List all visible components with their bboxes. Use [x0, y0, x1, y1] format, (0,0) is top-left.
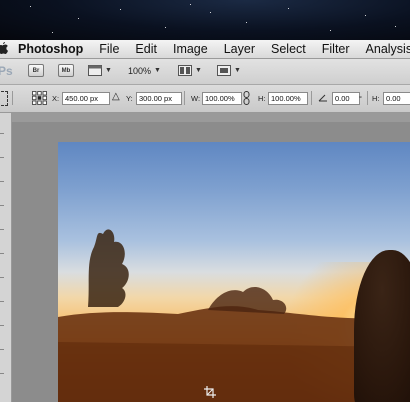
degree-symbol: ° — [359, 94, 362, 103]
rotate-angle-icon — [318, 92, 328, 104]
star — [330, 30, 331, 31]
star — [210, 12, 211, 13]
star — [288, 8, 289, 9]
menu-select[interactable]: Select — [271, 42, 306, 56]
width-scale-field[interactable]: 100.00% — [202, 92, 242, 105]
launch-bridge-button[interactable]: Br — [28, 64, 44, 77]
chevron-down-icon: ▼ — [234, 67, 241, 74]
application-bar: Ps Br Mb ▼ 100% ▼ ▼ ▼ — [0, 59, 410, 85]
star — [165, 27, 166, 28]
view-extras-icon — [88, 65, 102, 76]
delta-icon[interactable]: △ — [112, 91, 120, 102]
zoom-level-value: 100% — [128, 65, 152, 76]
screen-mode-button[interactable]: ▼ — [217, 64, 241, 77]
mini-bridge-icon: Mb — [58, 64, 74, 77]
menu-photoshop[interactable]: Photoshop — [18, 42, 83, 56]
star — [78, 18, 79, 19]
view-extras-button[interactable]: ▼ — [88, 64, 112, 77]
tool-divider — [0, 229, 4, 230]
star — [395, 26, 396, 27]
menu-bar: Photoshop File Edit Image Layer Select F… — [0, 40, 410, 59]
w-label: W: — [191, 94, 201, 103]
tool-divider — [0, 277, 4, 278]
star — [246, 22, 247, 23]
divider — [311, 91, 312, 105]
desktop-background — [0, 0, 410, 40]
tool-divider — [0, 157, 4, 158]
height-scale-field[interactable]: 100.00% — [268, 92, 308, 105]
tool-divider — [0, 181, 4, 182]
arrange-documents-button[interactable]: ▼ — [178, 64, 202, 77]
menu-filter[interactable]: Filter — [322, 42, 350, 56]
menu-image[interactable]: Image — [173, 42, 208, 56]
ps-logo: Ps — [0, 63, 13, 78]
star — [365, 15, 366, 16]
tool-divider — [0, 301, 4, 302]
workspace-header — [12, 113, 410, 122]
rotate-angle-field[interactable]: 0.00 — [332, 92, 360, 105]
tool-divider — [0, 253, 4, 254]
horizontal-skew-field[interactable]: 0.00 — [383, 92, 410, 105]
tool-divider — [0, 133, 4, 134]
tool-divider — [0, 373, 4, 374]
arrange-documents-icon — [178, 65, 192, 76]
star — [190, 4, 191, 5]
screen-mode-icon — [217, 65, 231, 76]
menu-layer[interactable]: Layer — [224, 42, 255, 56]
h-skew-label: H: — [372, 94, 380, 103]
zoom-level-dropdown[interactable]: 100% ▼ — [128, 64, 161, 77]
crop-icon[interactable] — [203, 385, 217, 399]
y-label: Y: — [126, 94, 133, 103]
tool-divider — [0, 349, 4, 350]
tool-divider — [0, 205, 4, 206]
star — [30, 6, 31, 7]
reference-point-icon — [32, 91, 47, 105]
tool-divider — [0, 325, 4, 326]
chevron-down-icon: ▼ — [105, 67, 112, 74]
divider — [367, 91, 368, 105]
menu-file[interactable]: File — [99, 42, 119, 56]
options-bar: X: 450.00 px △ Y: 300.00 px W: 100.00% H… — [0, 85, 410, 113]
x-position-field[interactable]: 450.00 px — [62, 92, 110, 105]
h-label: H: — [258, 94, 266, 103]
chevron-down-icon: ▼ — [154, 67, 161, 74]
menu-analysis[interactable]: Analysis — [366, 42, 410, 56]
star — [120, 9, 121, 10]
menu-edit[interactable]: Edit — [135, 42, 157, 56]
chevron-down-icon: ▼ — [195, 67, 202, 74]
divider — [12, 91, 13, 105]
y-position-field[interactable]: 300.00 px — [136, 92, 182, 105]
bridge-icon: Br — [28, 64, 44, 77]
marquee-tool-icon[interactable] — [0, 91, 8, 106]
image-canvas[interactable] — [58, 142, 410, 402]
x-label: X: — [52, 94, 60, 103]
divider — [184, 91, 185, 105]
star — [52, 32, 53, 33]
apple-icon[interactable] — [0, 41, 8, 57]
tools-panel — [0, 113, 12, 402]
launch-mini-bridge-button[interactable]: Mb — [58, 64, 74, 77]
reference-point-locator[interactable] — [32, 91, 47, 107]
link-icon[interactable] — [243, 91, 250, 107]
